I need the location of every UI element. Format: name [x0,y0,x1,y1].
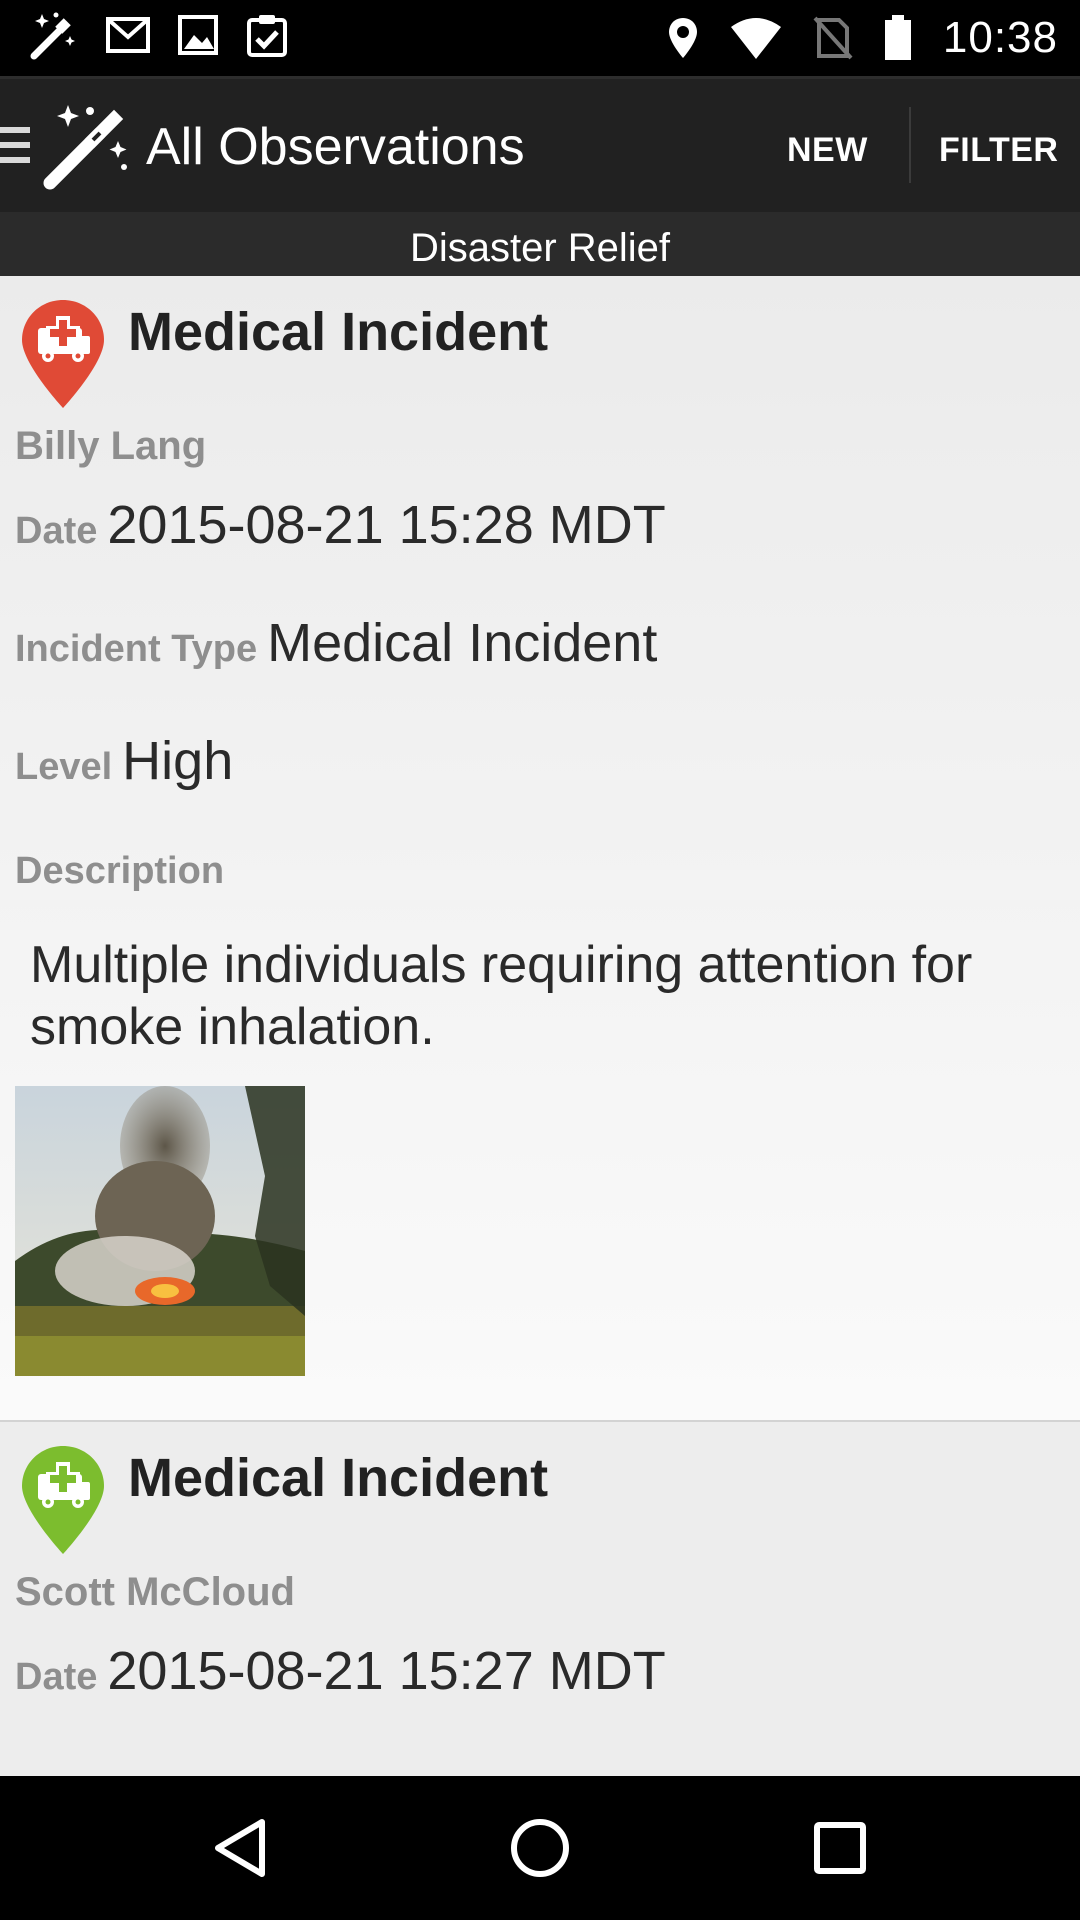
observation-card[interactable]: Medical Incident Scott McCloud Date 2015-… [0,1422,1080,1776]
reporter-name: Billy Lang [15,424,207,468]
magic-wand-icon [28,10,78,60]
date-field: Date 2015-08-21 15:28 MDT [15,494,666,556]
reporter-name: Scott McCloud [15,1570,295,1614]
incident-type-value: Medical Incident [267,613,658,673]
no-sim-icon [813,16,853,60]
clipboard-check-icon [246,13,288,57]
battery-icon [883,14,913,62]
date-label: Date [15,1656,98,1698]
page-title: All Observations [146,118,525,176]
recents-icon[interactable] [808,1816,872,1885]
observation-list[interactable]: Medical Incident Billy Lang Date 2015-08-… [0,276,1080,1776]
level-field: Level High [15,730,233,792]
location-icon [667,16,699,60]
clock: 10:38 [942,13,1058,62]
action-divider [909,107,911,183]
back-icon[interactable] [208,1816,272,1885]
incident-type-field: Incident Type Medical Incident [15,612,657,674]
gmail-icon [106,15,150,55]
level-value: High [122,731,234,791]
image-icon [178,15,218,55]
app-logo-icon[interactable] [38,101,134,202]
menu-icon[interactable] [0,127,30,172]
navigation-bar [0,1776,1080,1920]
event-name: Disaster Relief [0,212,1080,276]
description-label: Description [15,850,225,892]
medical-marker-icon [20,1444,106,1561]
observation-card[interactable]: Medical Incident Billy Lang Date 2015-08-… [0,276,1080,1420]
level-label: Level [15,746,113,788]
new-button[interactable]: NEW [787,131,868,170]
date-value: 2015-08-21 15:28 MDT [107,495,666,555]
wifi-icon [729,17,783,59]
medical-marker-icon [20,298,106,415]
observation-title: Medical Incident [128,302,549,362]
app-bar: All Observations NEW FILTER [0,76,1080,212]
description-text: Multiple individuals requiring attention… [30,936,973,1056]
date-value: 2015-08-21 15:27 MDT [107,1641,666,1701]
incident-type-label: Incident Type [15,628,258,670]
date-label: Date [15,510,98,552]
date-field: Date 2015-08-21 15:27 MDT [15,1640,666,1702]
filter-button[interactable]: FILTER [939,131,1058,170]
home-icon[interactable] [508,1816,572,1885]
status-bar: 10:38 [0,0,1080,76]
observation-title: Medical Incident [128,1448,549,1508]
attachment-thumbnail[interactable] [15,1086,305,1376]
